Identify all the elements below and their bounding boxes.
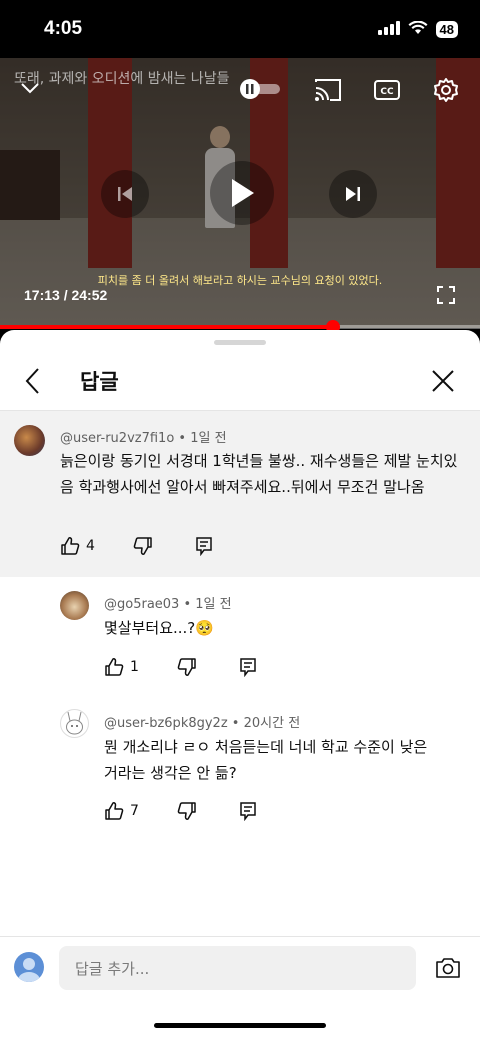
status-icons: 48 [377,20,458,39]
thumbs-up-icon [105,802,124,820]
meta-separator: • [183,597,196,612]
play-icon [232,179,254,207]
comment-actions: 7 [104,801,257,821]
avatar[interactable] [60,591,89,620]
home-indicator [154,1023,326,1028]
time-display: 17:13 / 24:52 [24,287,108,303]
thumbs-up-icon [105,658,124,676]
person-icon [18,958,40,982]
cast-button[interactable] [313,76,343,104]
signal-icon [377,20,400,39]
drag-handle[interactable] [214,340,266,345]
gear-icon [434,78,458,102]
dislike-button[interactable] [177,801,197,821]
reply-button[interactable] [239,801,257,821]
comment-text: 늙은이랑 동기인 서경대 1학년들 불쌍.. 재수생들은 제발 눈치있음 학과행… [60,452,458,496]
dislike-button[interactable] [133,536,153,556]
dislike-button[interactable] [177,657,197,677]
comment-meta: @user-bz6pk8gy2z • 20시간 전 [104,712,300,731]
like-count: 7 [130,803,139,819]
close-icon [432,370,454,392]
avatar[interactable] [14,425,45,456]
avatar[interactable] [60,709,89,738]
progress-bar[interactable] [0,320,480,334]
video-title-overlay: 또래, 과제와 오디션에 밤새는 나날들 [14,71,230,87]
comment-time: 1일 전 [190,431,227,446]
chevron-down-icon [21,83,39,94]
comment-text: 몇살부터요...?🥺 [104,619,214,637]
next-button[interactable] [329,170,377,218]
reply-button[interactable] [239,657,257,677]
comment-icon [240,658,256,677]
like-button[interactable]: 7 [104,801,139,821]
thumbs-down-icon [177,802,196,820]
reply-input[interactable]: 답글 추가... [59,946,416,990]
comment-author[interactable]: @user-bz6pk8gy2z [104,716,228,731]
comment-time: 1일 전 [195,597,232,612]
svg-text:CC: CC [380,87,394,97]
comment-icon [196,537,212,556]
video-subtitle: 피치를 좀 더 올려서 해보라고 하시는 교수님의 요청이 있었다. [97,274,383,287]
like-button[interactable]: 4 [60,536,95,556]
like-count: 4 [86,538,95,554]
fullscreen-button[interactable] [434,284,458,306]
camera-button[interactable] [434,954,462,982]
comment-author[interactable]: @go5rae03 [104,597,179,612]
comment-icon [240,802,256,821]
comment-author[interactable]: @user-ru2vz7fi1o [60,431,174,446]
autoplay-toggle[interactable] [238,78,284,100]
minimize-button[interactable] [16,78,44,98]
panel-header: 답글 [0,352,480,410]
comment-actions: 4 [60,536,213,556]
panel-title: 답글 [80,370,119,394]
previous-button[interactable] [101,170,149,218]
reply-button[interactable] [195,536,213,556]
closed-captions-icon: CC [374,80,400,100]
replies-panel: 답글 @user-ru2vz7fi1o • 1일 전 늙은이랑 동기인 서경대 … [0,330,480,1039]
thumbs-down-icon [133,537,152,555]
like-button[interactable]: 1 [104,657,139,677]
avatar-illustration [66,711,83,735]
skip-previous-icon [118,187,132,201]
fullscreen-icon [437,286,455,304]
comment-actions: 1 [104,657,257,677]
play-button[interactable] [210,161,274,225]
meta-separator: • [178,431,191,446]
like-count: 1 [130,659,139,675]
skip-next-icon [346,187,360,201]
back-button[interactable] [20,366,48,396]
composer-divider [0,936,480,937]
status-bar: 4:05 48 [0,0,480,58]
progress-fill [0,325,333,329]
wifi-icon [408,20,428,39]
comment-time: 20시간 전 [243,716,301,731]
comment-meta: @go5rae03 • 1일 전 [104,593,232,612]
camera-icon [436,958,460,978]
meta-separator: • [231,716,244,731]
battery-indicator: 48 [435,21,458,38]
comment-text: 뭔 개소리냐 ㄹㅇ 처음듣는데 너네 학교 수준이 낮은 거라는 생각은 안 듦… [104,738,428,782]
comment-meta: @user-ru2vz7fi1o • 1일 전 [60,427,227,446]
user-avatar[interactable] [14,952,44,982]
thumbs-up-icon [61,537,80,555]
close-button[interactable] [428,366,458,396]
parent-comment: @user-ru2vz7fi1o • 1일 전 늙은이랑 동기인 서경대 1학년… [0,411,480,577]
settings-button[interactable] [431,75,461,105]
cast-icon [315,79,341,101]
video-player[interactable]: 또래, 과제와 오디션에 밤새는 나날들 CC 피치를 좀 더 올려서 해보라고… [0,58,480,328]
chevron-left-icon [25,368,39,394]
captions-button[interactable]: CC [372,76,402,104]
status-time: 4:05 [44,18,83,39]
thumbs-down-icon [177,658,196,676]
